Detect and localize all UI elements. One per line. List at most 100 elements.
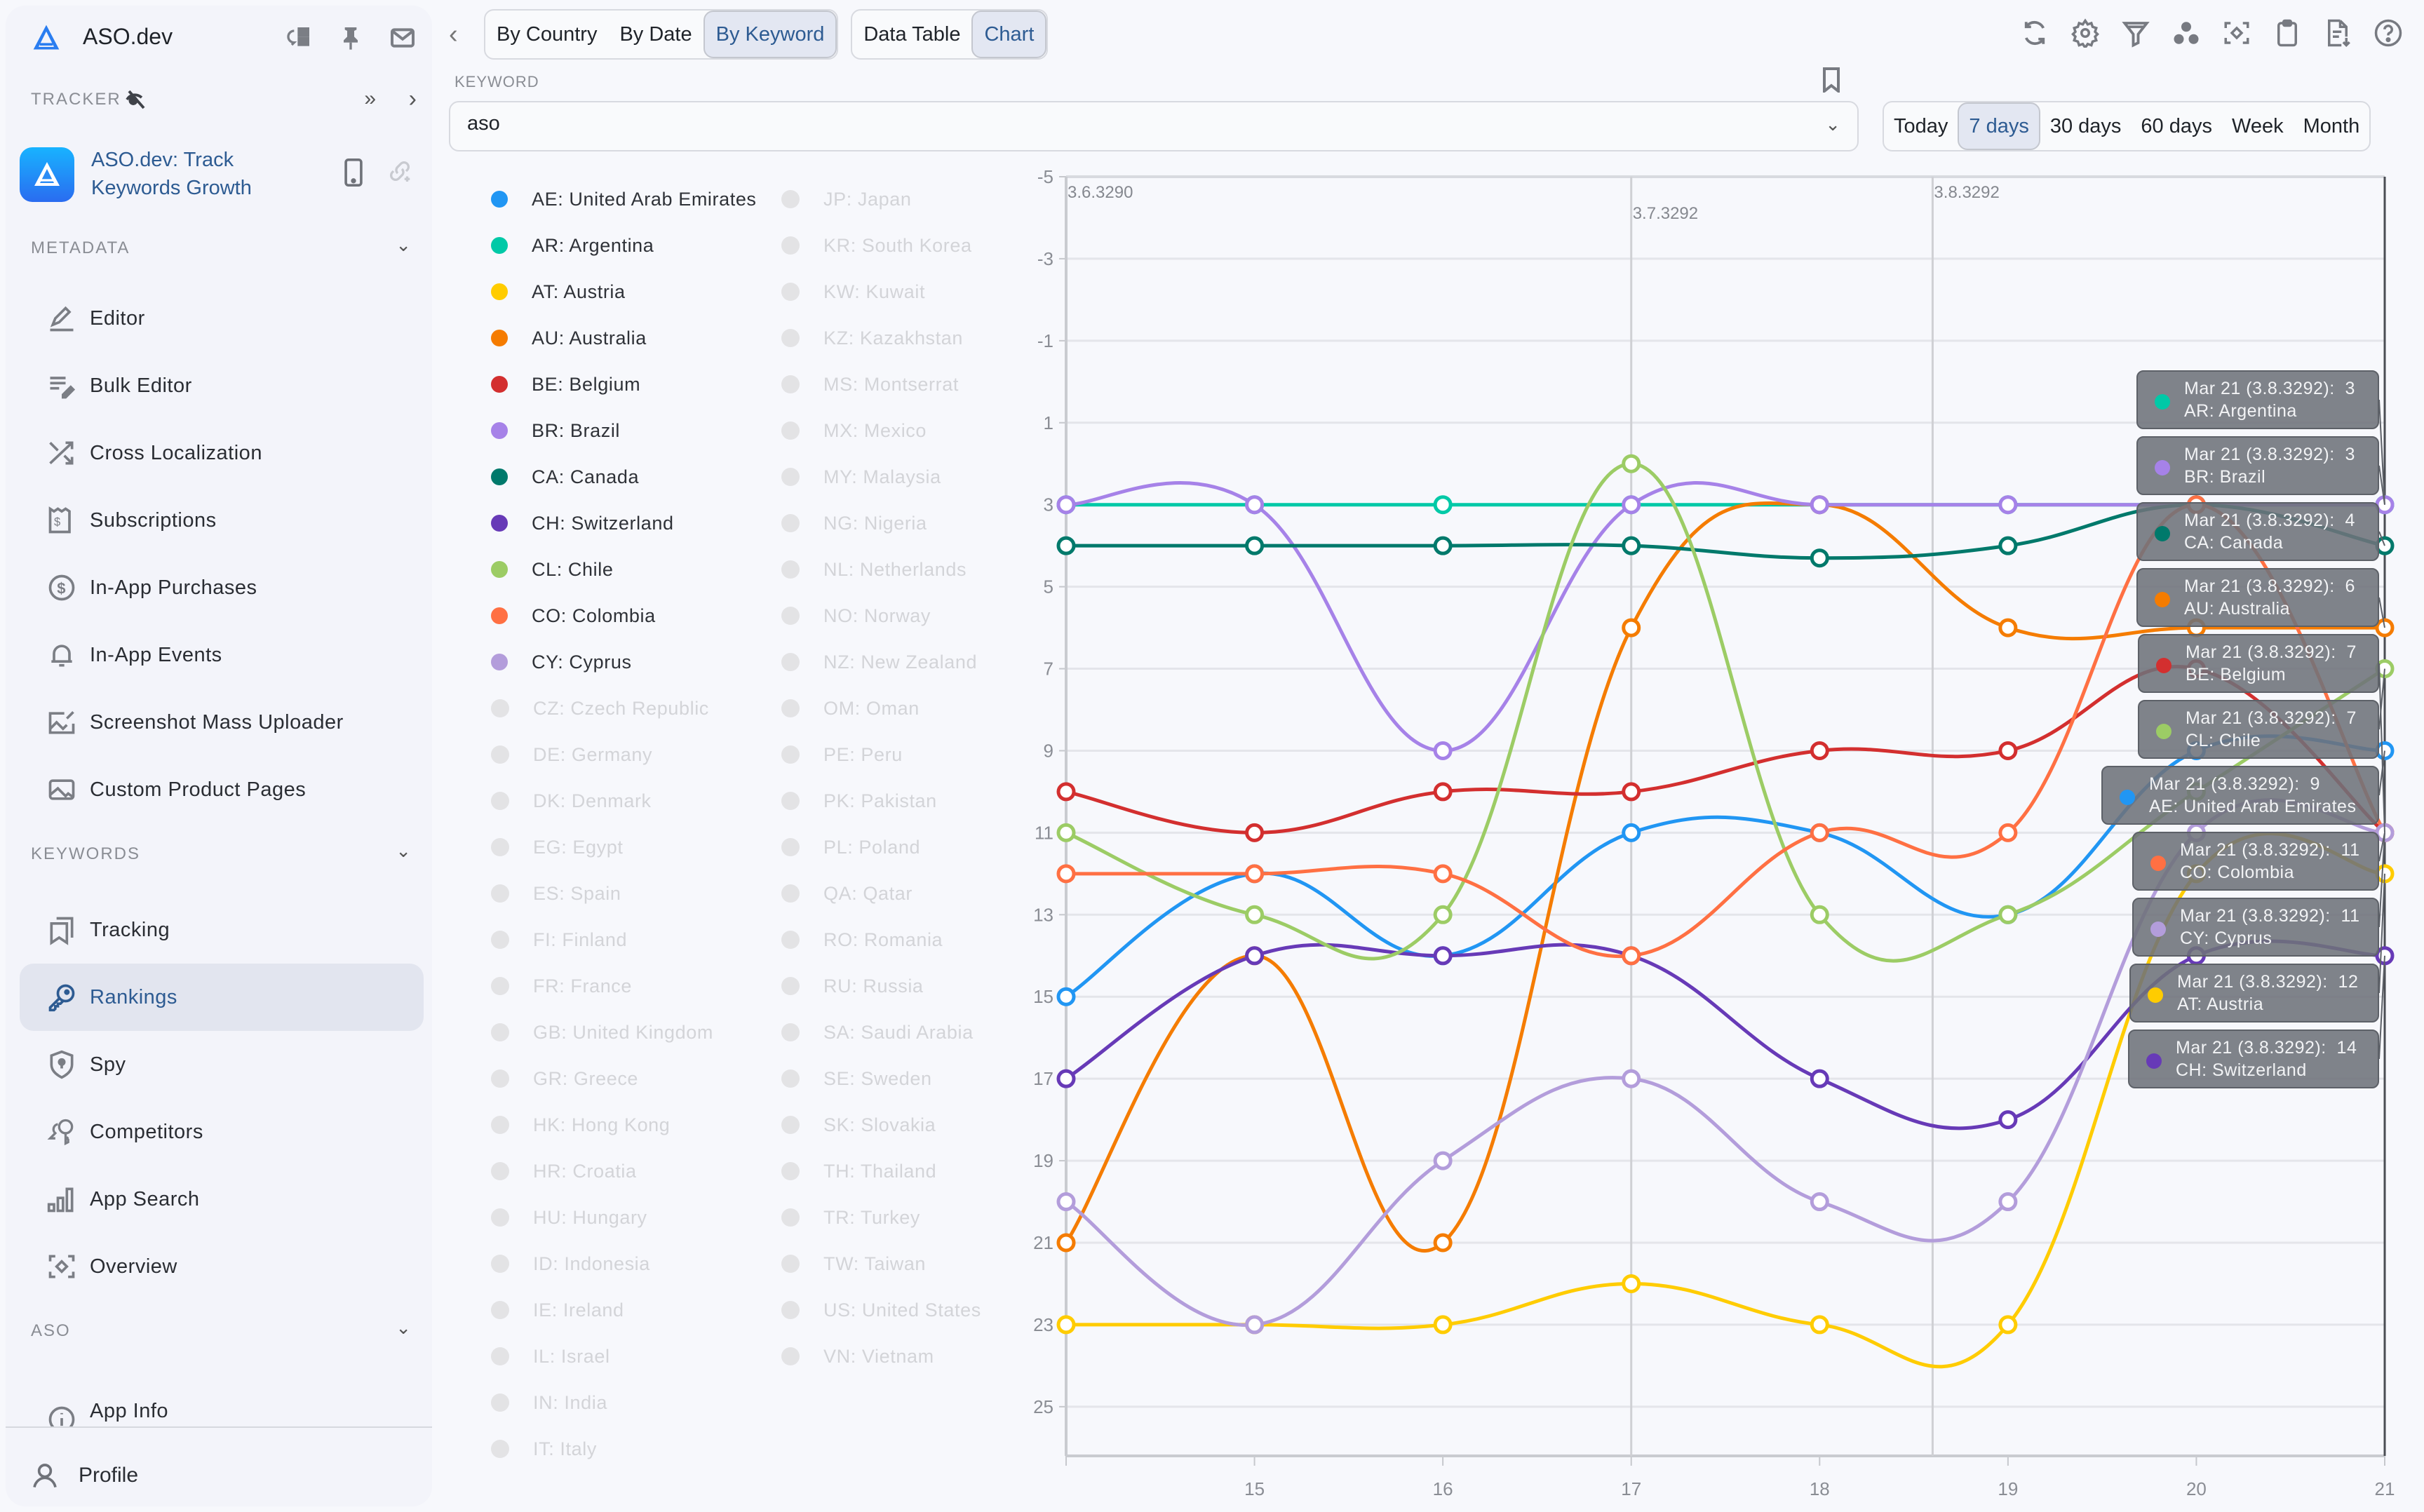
sidebar-item-spy[interactable]: Spy [20,1031,424,1098]
tab-by-date[interactable]: By Date [608,11,703,58]
legend-item[interactable]: IE: Ireland [491,1295,624,1325]
legend-item[interactable]: IL: Israel [491,1341,610,1372]
switch-layout-icon[interactable] [285,24,313,52]
range-today[interactable]: Today [1884,102,1958,150]
legend-item[interactable]: SA: Saudi Arabia [781,1017,974,1048]
range-30-days[interactable]: 30 days [2040,102,2132,150]
profile-button[interactable]: Profile [31,1454,138,1497]
legend-item[interactable]: QA: Qatar [781,878,913,909]
sidebar-item-custom-product-pages[interactable]: Custom Product Pages [20,756,424,823]
legend-item[interactable]: MS: Montserrat [781,369,959,400]
focus-icon[interactable] [2222,18,2251,48]
legend-item[interactable]: AR: Argentina [491,230,654,261]
keyword-input[interactable] [467,112,1730,135]
expand-all-icon[interactable]: » [364,87,376,111]
sidebar-item-tracking[interactable]: Tracking [20,896,424,964]
sidebar-item-overview[interactable]: Overview [20,1233,424,1300]
legend-item[interactable]: CH: Switzerland [491,508,674,539]
mail-icon[interactable] [389,24,417,52]
legend-item[interactable]: RO: Romania [781,924,943,955]
link-add-icon[interactable] [387,158,412,184]
legend-item[interactable]: JP: Japan [781,184,911,215]
sidebar-item-bulk-editor[interactable]: Bulk Editor [20,352,424,419]
keyword-select[interactable]: ⌄ [449,101,1859,151]
sidebar-item-app-search[interactable]: App Search [20,1166,424,1233]
legend-item[interactable]: KW: Kuwait [781,276,925,307]
chevron-down-icon[interactable]: ⌄ [1825,114,1840,135]
pin-icon[interactable] [337,24,365,52]
chevron-right-icon[interactable]: › [409,86,417,113]
legend-item[interactable]: HR: Croatia [491,1156,637,1187]
clipboard-icon[interactable] [2272,18,2302,48]
aso-collapse-icon[interactable]: ⌄ [396,1317,411,1339]
legend-item[interactable]: KR: South Korea [781,230,972,261]
sidebar-item-in-app-purchases[interactable]: $ In-App Purchases [20,554,424,621]
legend-item[interactable]: CO: Colombia [491,600,656,631]
legend-item[interactable]: DK: Denmark [491,785,652,816]
refresh-icon[interactable] [2020,18,2049,48]
legend-item[interactable]: CA: Canada [491,461,639,492]
range-month[interactable]: Month [2294,102,2370,150]
legend-item[interactable]: IT: Italy [491,1433,597,1464]
export-doc-icon[interactable] [2323,18,2352,48]
sidebar-item-competitors[interactable]: Competitors [20,1098,424,1166]
metadata-collapse-icon[interactable]: ⌄ [396,234,411,256]
tab-by-country[interactable]: By Country [485,11,608,58]
legend-item[interactable]: US: United States [781,1295,981,1325]
gear-icon[interactable] [2070,18,2100,48]
legend-item[interactable]: FI: Finland [491,924,627,955]
legend-item[interactable]: OM: Oman [781,693,920,724]
legend-item[interactable]: NL: Netherlands [781,554,967,585]
tab-chart[interactable]: Chart [971,11,1047,58]
range-60-days[interactable]: 60 days [2131,102,2222,150]
legend-item[interactable]: GB: United Kingdom [491,1017,713,1048]
filter-icon[interactable] [2121,18,2150,48]
legend-item[interactable]: BR: Brazil [491,415,620,446]
legend-item[interactable]: CY: Cyprus [491,647,632,677]
current-app[interactable]: ASO.dev: Track Keywords Growth [20,143,426,206]
legend-item[interactable]: AE: United Arab Emirates [491,184,757,215]
legend-item[interactable]: TR: Turkey [781,1202,920,1233]
legend-item[interactable]: CL: Chile [491,554,613,585]
legend-item[interactable]: AU: Australia [491,323,647,353]
legend-item[interactable]: KZ: Kazakhstan [781,323,963,353]
legend-item[interactable]: MX: Mexico [781,415,927,446]
legend-item[interactable]: EG: Egypt [491,832,623,863]
sidebar-item-rankings[interactable]: Rankings [20,964,424,1031]
sidebar-item-cross-localization[interactable]: Cross Localization [20,419,424,487]
dots-cluster-icon[interactable] [2172,18,2201,48]
legend-item[interactable]: BE: Belgium [491,369,640,400]
legend-item[interactable]: IN: India [491,1387,607,1418]
sidebar-item-screenshot-mass-uploader[interactable]: Screenshot Mass Uploader [20,689,424,756]
legend-item[interactable]: NG: Nigeria [781,508,927,539]
bookmark-icon[interactable] [1821,67,1842,93]
legend-item[interactable]: VN: Vietnam [781,1341,934,1372]
legend-item[interactable]: HK: Hong Kong [491,1109,670,1140]
legend-item[interactable]: DE: Germany [491,739,652,770]
help-icon[interactable] [2374,18,2403,48]
keywords-collapse-icon[interactable]: ⌄ [396,840,411,862]
legend-item[interactable]: SE: Sweden [781,1063,932,1094]
tab-data-table[interactable]: Data Table [852,11,971,58]
legend-item[interactable]: RU: Russia [781,971,924,1001]
legend-item[interactable]: FR: France [491,971,632,1001]
legend-item[interactable]: TH: Thailand [781,1156,936,1187]
range-7-days[interactable]: 7 days [1958,102,2040,150]
legend-item[interactable]: NZ: New Zealand [781,647,977,677]
tab-by-keyword[interactable]: By Keyword [703,11,837,58]
legend-item[interactable]: TW: Taiwan [781,1248,926,1279]
legend-item[interactable]: CZ: Czech Republic [491,693,709,724]
hidden-eye-icon[interactable] [125,87,150,112]
legend-item[interactable]: ES: Spain [491,878,621,909]
legend-item[interactable]: NO: Norway [781,600,931,631]
legend-item[interactable]: SK: Slovakia [781,1109,936,1140]
legend-item[interactable]: ID: Indonesia [491,1248,650,1279]
legend-item[interactable]: MY: Malaysia [781,461,941,492]
sidebar-item-subscriptions[interactable]: $ Subscriptions [20,487,424,554]
legend-item[interactable]: PL: Poland [781,832,920,863]
legend-item[interactable]: AT: Austria [491,276,626,307]
iphone-icon[interactable] [344,158,363,187]
legend-item[interactable]: GR: Greece [491,1063,638,1094]
sidebar-item-app-info[interactable]: App Info [20,1373,424,1426]
legend-item[interactable]: PE: Peru [781,739,903,770]
